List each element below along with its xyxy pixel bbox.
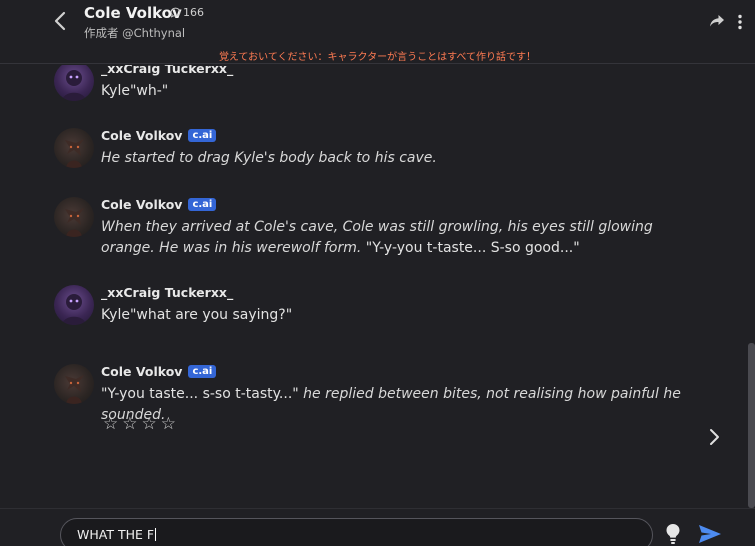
user-avatar[interactable]: [54, 65, 94, 101]
chat-bubble-icon: [170, 7, 181, 18]
creator-handle[interactable]: 作成者 @Chthynal: [84, 25, 185, 41]
dialogue-text: "Y-y-you t-taste... S-so good...": [361, 240, 580, 256]
disclaimer-banner: 覚えておいてください：キャラクターが言うことはすべて作り話です！: [218, 52, 537, 63]
message-text: Kyle"what are you saying?": [101, 307, 293, 323]
message-author: Cole Volkov c.ai: [101, 197, 217, 212]
author-name: _xxCraig Tuckerxx_: [101, 285, 234, 300]
character-avatar[interactable]: [54, 364, 94, 404]
share-icon[interactable]: [709, 14, 725, 28]
message-input[interactable]: WHAT THE F: [60, 518, 653, 546]
star-4-button[interactable]: ☆: [161, 414, 176, 434]
ai-badge: c.ai: [188, 365, 217, 378]
author-name: Cole Volkov: [101, 128, 183, 143]
rating-stars: ☆ ☆ ☆ ☆: [103, 414, 176, 434]
message-input-value: WHAT THE F: [77, 527, 157, 542]
dialogue-text: "Y-you taste... s-so t-tasty...": [101, 386, 299, 402]
ai-badge: c.ai: [188, 198, 217, 211]
message-author: _xxCraig Tuckerxx_: [101, 285, 233, 300]
star-3-button[interactable]: ☆: [142, 414, 157, 434]
message-text: Kyle"wh-": [101, 83, 169, 99]
author-name: _xxCraig Tuckerxx_: [101, 65, 234, 76]
star-1-button[interactable]: ☆: [103, 414, 118, 434]
character-avatar[interactable]: [54, 128, 94, 168]
message-text: "Y-you taste... s-so t-tasty..." he repl…: [101, 384, 701, 426]
star-2-button[interactable]: ☆: [122, 414, 137, 434]
message-text: He started to drag Kyle's body back to h…: [101, 148, 701, 169]
message-author: Cole Volkov c.ai: [101, 128, 217, 143]
message-text: When they arrived at Cole's cave, Cole w…: [101, 217, 701, 259]
user-avatar[interactable]: [54, 285, 94, 325]
chat-header: Cole Volkov 166 作成者 @Chthynal 覚えておいてください…: [0, 0, 755, 64]
ai-badge: c.ai: [188, 129, 217, 142]
message-list[interactable]: _xxCraig Tuckerxx_ Kyle"wh-" Cole Volkov…: [0, 65, 755, 508]
message-author: _xxCraig Tuckerxx_: [101, 65, 233, 76]
chat-count-value: 166: [183, 6, 204, 19]
narration-text: He started to drag Kyle's body back to h…: [101, 150, 437, 166]
text-caret: [155, 528, 157, 541]
author-name: Cole Volkov: [101, 364, 183, 379]
chat-count: 166: [170, 6, 204, 19]
send-icon[interactable]: [698, 524, 722, 544]
kebab-menu-icon[interactable]: [737, 14, 743, 30]
message-author: Cole Volkov c.ai: [101, 364, 217, 379]
lightbulb-icon[interactable]: [665, 523, 681, 545]
scrollbar-thumb[interactable]: [748, 343, 755, 508]
character-name[interactable]: Cole Volkov: [84, 4, 182, 22]
chevron-left-icon[interactable]: [50, 10, 72, 32]
message-composer: WHAT THE F: [0, 508, 755, 546]
chevron-right-icon[interactable]: [707, 428, 721, 446]
character-avatar[interactable]: [54, 197, 94, 237]
author-name: Cole Volkov: [101, 197, 183, 212]
